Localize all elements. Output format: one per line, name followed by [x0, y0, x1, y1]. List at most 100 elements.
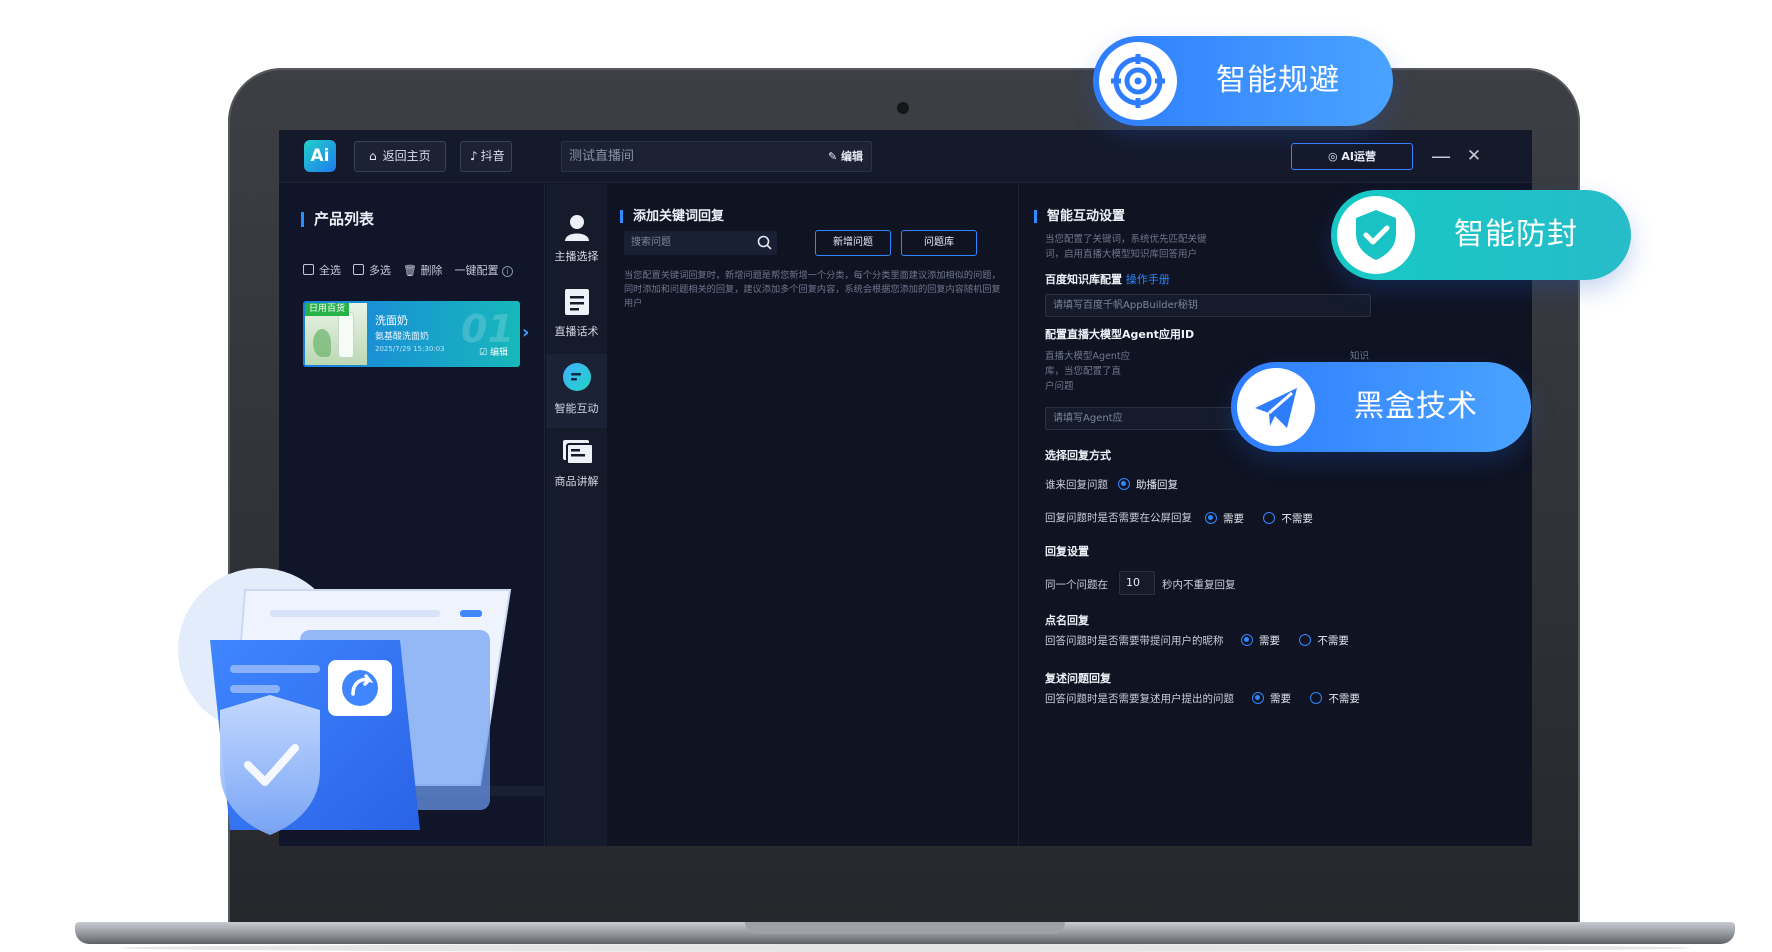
search-icon[interactable]: [757, 235, 772, 250]
keyword-reply-panel: 添加关键词回复 搜索问题 新增问题 问题库 当您配置关键词回复时，新增问题是帮您…: [608, 184, 1019, 846]
product-toolbar: 全选 多选 🗑 删除 一键配置 i: [303, 262, 513, 278]
multi-select-label: 多选: [369, 264, 391, 277]
home-icon: ⌂: [369, 149, 377, 163]
chevron-right-icon[interactable]: ›: [522, 322, 529, 343]
new-question-button[interactable]: 新增问题: [815, 230, 891, 256]
repeat-need[interactable]: 需要: [1252, 692, 1291, 705]
person-icon: [564, 215, 589, 241]
nav-label-interaction: 智能互动: [554, 402, 599, 415]
radio-empty-icon: [1263, 512, 1276, 524]
blackbox-badge: 黑盒技术: [1231, 362, 1531, 452]
nav-item-product[interactable]: 商品讲解: [546, 429, 607, 503]
shield-check-icon: [1356, 210, 1396, 260]
public-screen-label: 回复问题时是否需要在公屏回复: [1045, 512, 1192, 524]
checkbox-icon: [353, 264, 364, 275]
settings-title: 智能互动设置: [1034, 210, 1125, 223]
delete-button[interactable]: 🗑 删除: [403, 262, 442, 278]
smart-avoid-text: 智能规避: [1216, 63, 1340, 98]
repeat-label: 回答问题时是否需要复述用户提出的问题: [1045, 693, 1234, 705]
badge-circle: [1337, 196, 1415, 274]
home-button-label: 返回主页: [382, 149, 431, 163]
product-date: 2025/7/29 15:30:03: [375, 345, 445, 353]
keyword-reply-title: 添加关键词回复: [620, 210, 724, 223]
agent-desc-line1: 直播大模型Agent应: [1045, 351, 1131, 362]
baidu-kb-text: 百度知识库配置: [1045, 273, 1122, 286]
one-click-config-label: 一键配置: [454, 264, 499, 277]
not-need-label: 不需要: [1317, 635, 1349, 647]
multi-select-checkbox[interactable]: 多选: [353, 262, 391, 278]
room-name-field[interactable]: 测试直播间 ✎ 编辑: [561, 141, 872, 172]
public-screen-radio[interactable]: 需要 不需要: [1205, 511, 1329, 526]
radio-selected-icon: [1205, 512, 1217, 524]
one-click-config-button[interactable]: 一键配置 i: [454, 262, 513, 278]
home-button[interactable]: ⌂ 返回主页: [354, 141, 446, 172]
platform-button[interactable]: ♪ 抖音: [460, 141, 512, 172]
anti-ban-text: 智能防封: [1454, 217, 1578, 252]
reply-mode-heading: 选择回复方式: [1045, 449, 1111, 462]
nav-label-anchor: 主播选择: [554, 250, 599, 263]
public-screen-need[interactable]: 需要: [1205, 512, 1244, 525]
target-icon: ◎: [1327, 150, 1338, 163]
checkbox-icon: [303, 264, 314, 275]
nav-item-script[interactable]: 直播话术: [546, 279, 607, 353]
titlebar: Ai ⌂ 返回主页 ♪ 抖音 测试直播间 ✎ 编辑 ◎ AI运营 — ✕: [279, 130, 1532, 183]
appbuilder-key-input[interactable]: 请填写百度千帆AppBuilder秘钥: [1045, 294, 1371, 317]
repeat-not-need[interactable]: 不需要: [1310, 692, 1360, 705]
nav-label-script: 直播话术: [554, 325, 599, 338]
question-bank-button[interactable]: 问题库: [901, 230, 977, 256]
who-replies-radio[interactable]: 助播回复: [1118, 477, 1178, 492]
select-all-checkbox[interactable]: 全选: [303, 262, 341, 278]
room-edit-label: 编辑: [841, 150, 863, 163]
product-list-title: 产品列表: [301, 212, 374, 227]
ai-ops-label: AI运营: [1341, 150, 1377, 163]
radio-selected-icon: [1241, 634, 1253, 646]
ai-ops-button[interactable]: ◎ AI运营: [1291, 143, 1413, 170]
mention-heading: 点名回复: [1045, 614, 1089, 627]
nav-item-interaction[interactable]: 智能互动: [546, 354, 607, 428]
search-input[interactable]: 搜索问题: [624, 231, 777, 255]
anti-ban-badge: 智能防封: [1331, 190, 1631, 280]
repeat-seconds-input[interactable]: 10: [1119, 571, 1155, 595]
badge-circle: [1099, 42, 1177, 120]
not-need-label: 不需要: [1328, 693, 1360, 705]
badge-circle: [1237, 368, 1315, 446]
room-edit-button[interactable]: ✎ 编辑: [828, 142, 863, 171]
trash-icon: 🗑: [403, 264, 417, 277]
laptop-notch: [745, 922, 1065, 934]
agent-id-label: 配置直播大模型Agent应用ID: [1045, 328, 1195, 341]
smart-avoid-badge: 智能规避: [1093, 36, 1393, 126]
product-desc: 氨基酸洗面奶: [375, 332, 430, 342]
nav-item-anchor[interactable]: 主播选择: [546, 204, 607, 278]
who-replies-label: 谁来回复问题: [1045, 479, 1108, 491]
security-folder-illustration: [178, 568, 512, 835]
close-button[interactable]: ✕: [1460, 142, 1488, 170]
product-edit-button[interactable]: ☑ 编辑: [479, 345, 508, 358]
repeat-heading: 复述问题回复: [1045, 672, 1111, 685]
select-all-label: 全选: [319, 264, 341, 277]
repeat-radio[interactable]: 需要 不需要: [1252, 691, 1376, 706]
public-screen-not-need[interactable]: 不需要: [1263, 512, 1313, 525]
mention-need[interactable]: 需要: [1241, 634, 1280, 647]
radio-empty-icon: [1299, 634, 1312, 646]
who-replies-option: 助播回复: [1136, 479, 1178, 491]
tiktok-icon: ♪: [470, 149, 478, 163]
product-card[interactable]: 日用百货 洗面奶 氨基酸洗面奶 2025/7/29 15:30:03 01 ☑ …: [303, 301, 520, 367]
radio-selected-icon[interactable]: [1118, 478, 1130, 490]
search-placeholder: 搜索问题: [631, 237, 671, 248]
product-name: 洗面奶: [375, 314, 408, 327]
crosshair-icon: [1111, 54, 1165, 108]
need-label: 需要: [1259, 635, 1280, 647]
product-category-tag: 日用百货: [305, 303, 350, 316]
same-question-suffix: 秒内不重复回复: [1162, 579, 1236, 591]
radio-empty-icon: [1310, 692, 1323, 704]
product-edit-label: 编辑: [489, 348, 508, 358]
paper-plane-icon: [1255, 388, 1297, 428]
manual-link[interactable]: 操作手册: [1126, 273, 1170, 286]
product-icon: [562, 440, 593, 465]
mention-radio[interactable]: 需要 不需要: [1241, 633, 1365, 648]
same-question-prefix: 同一个问题在: [1045, 579, 1108, 591]
info-icon[interactable]: i: [501, 266, 513, 277]
minimize-button[interactable]: —: [1427, 142, 1455, 170]
mention-not-need[interactable]: 不需要: [1299, 634, 1349, 647]
appbuilder-placeholder: 请填写百度千帆AppBuilder秘钥: [1053, 300, 1198, 311]
